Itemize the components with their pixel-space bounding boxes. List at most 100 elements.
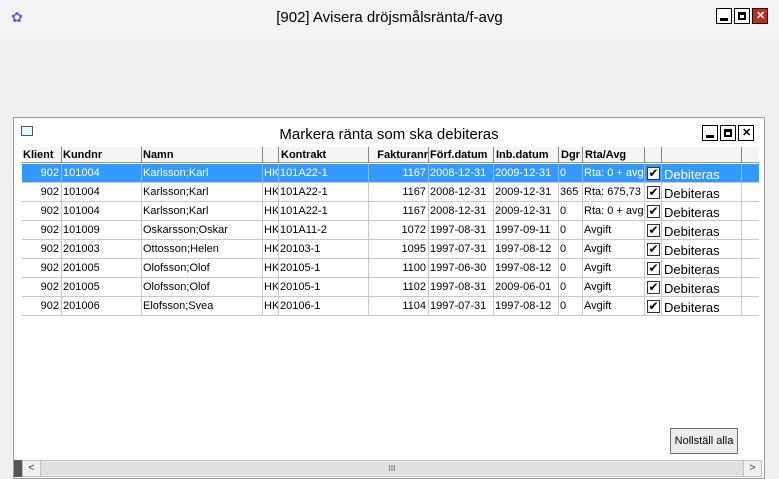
cell-klient[interactable]: 902 <box>22 221 62 240</box>
cell-rta-avg[interactable]: Avgift <box>583 221 645 240</box>
child-maximize-button[interactable] <box>720 125 736 141</box>
table-row[interactable]: 902 201005 Olofsson;Olof HK 20105-1 1100 1997-… <box>22 259 759 278</box>
child-minimize-button[interactable] <box>702 125 718 141</box>
cell-rta-avg[interactable]: Avgift <box>583 278 645 297</box>
cell-dgr[interactable]: 0 <box>559 202 583 221</box>
cell-namn[interactable]: Olofsson;Olof <box>142 259 263 278</box>
cell-dgr[interactable]: 0 <box>559 259 583 278</box>
cell-fakturanr[interactable]: 1167 <box>369 202 429 221</box>
cell-namn[interactable]: Elofsson;Svea <box>142 297 263 316</box>
cell-debiteras[interactable]: Debiteras <box>662 240 742 259</box>
debiteras-checkbox[interactable]: ✔ <box>647 186 660 199</box>
cell-debiteras[interactable]: Debiteras <box>662 183 742 202</box>
cell-namn[interactable]: Karlsson;Karl <box>142 183 263 202</box>
debiteras-checkbox[interactable]: ✔ <box>647 224 660 237</box>
cell-fakturanr[interactable]: 1167 <box>369 164 429 183</box>
cell-kundnr[interactable]: 101004 <box>62 183 142 202</box>
cell-inb-datum[interactable]: 2009-12-31 <box>494 164 559 183</box>
cell-namn[interactable]: Olofsson;Olof <box>142 278 263 297</box>
cell-rta-avg[interactable]: Avgift <box>583 297 645 316</box>
cell-kundnr[interactable]: 101004 <box>62 164 142 183</box>
cell-dgr[interactable]: 365 <box>559 183 583 202</box>
table-row[interactable]: 902 101004 Karlsson;Karl HK 101A22-1 1167 2008… <box>22 164 759 183</box>
cell-debiteras[interactable]: Debiteras <box>662 202 742 221</box>
cell-kontrakt[interactable]: 101A22-1 <box>279 202 369 221</box>
debiteras-checkbox[interactable]: ✔ <box>647 167 660 180</box>
cell-kundnr[interactable]: 201005 <box>62 259 142 278</box>
cell-rta-avg[interactable]: Rta: 0 + avgift <box>583 202 645 221</box>
cell-typ[interactable]: HK <box>263 202 279 221</box>
child-close-button[interactable]: ✕ <box>738 125 754 141</box>
debiteras-checkbox[interactable]: ✔ <box>647 262 660 275</box>
cell-kontrakt[interactable]: 101A22-1 <box>279 164 369 183</box>
column-header-rta-avg[interactable]: Rta/Avg <box>583 147 645 163</box>
debiteras-checkbox[interactable]: ✔ <box>647 300 660 313</box>
cell-rta-avg[interactable]: Rta: 0 + avgift <box>583 164 645 183</box>
minimize-button[interactable] <box>716 8 732 24</box>
column-header-inb-datum[interactable]: Inb.datum <box>494 147 559 163</box>
cell-typ[interactable]: HK <box>263 164 279 183</box>
cell-kontrakt[interactable]: 20105-1 <box>279 259 369 278</box>
column-header-kundnr[interactable]: Kundnr <box>62 147 142 163</box>
cell-forf-datum[interactable]: 1997-07-31 <box>429 240 494 259</box>
column-header-dgr[interactable]: Dgr <box>559 147 583 163</box>
cell-debiteras[interactable]: Debiteras <box>662 278 742 297</box>
cell-typ[interactable]: HK <box>263 183 279 202</box>
cell-debiteras[interactable]: Debiteras <box>662 297 742 316</box>
cell-klient[interactable]: 902 <box>22 259 62 278</box>
cell-typ[interactable]: HK <box>263 278 279 297</box>
cell-namn[interactable]: Karlsson;Karl <box>142 202 263 221</box>
cell-rta-avg[interactable]: Avgift <box>583 259 645 278</box>
table-row[interactable]: 902 201006 Elofsson;Svea HK 20106-1 1104 1997-… <box>22 297 759 316</box>
close-button[interactable]: ✕ <box>752 8 768 24</box>
cell-kontrakt[interactable]: 20105-1 <box>279 278 369 297</box>
cell-dgr[interactable]: 0 <box>559 297 583 316</box>
table-row[interactable]: 902 101009 Oskarsson;Oskar HK 101A11-2 1072 19… <box>22 221 759 240</box>
cell-kundnr[interactable]: 101004 <box>62 202 142 221</box>
cell-klient[interactable]: 902 <box>22 297 62 316</box>
cell-fakturanr[interactable]: 1167 <box>369 183 429 202</box>
cell-debiteras[interactable]: Debiteras <box>662 259 742 278</box>
cell-inb-datum[interactable]: 1997-08-12 <box>494 297 559 316</box>
cell-dgr[interactable]: 0 <box>559 164 583 183</box>
cell-fakturanr[interactable]: 1095 <box>369 240 429 259</box>
cell-typ[interactable]: HK <box>263 259 279 278</box>
table-row[interactable]: 902 101004 Karlsson;Karl HK 101A22-1 1167 2008… <box>22 202 759 221</box>
column-header-debiteras[interactable] <box>662 147 742 163</box>
cell-kontrakt[interactable]: 20103-1 <box>279 240 369 259</box>
horizontal-scrollbar[interactable]: < III > <box>22 460 762 477</box>
cell-klient[interactable]: 902 <box>22 240 62 259</box>
cell-rta-avg[interactable]: Rta: 675,73 <box>583 183 645 202</box>
cell-namn[interactable]: Ottosson;Helen <box>142 240 263 259</box>
cell-fakturanr[interactable]: 1100 <box>369 259 429 278</box>
cell-forf-datum[interactable]: 2008-12-31 <box>429 183 494 202</box>
cell-forf-datum[interactable]: 1997-06-30 <box>429 259 494 278</box>
cell-namn[interactable]: Karlsson;Karl <box>142 164 263 183</box>
cell-rta-avg[interactable]: Avgift <box>583 240 645 259</box>
cell-fakturanr[interactable]: 1072 <box>369 221 429 240</box>
column-header-klient[interactable]: Klient <box>22 147 62 163</box>
scroll-right-arrow-icon[interactable]: > <box>743 461 761 476</box>
column-header-check[interactable] <box>645 147 662 163</box>
reset-all-button[interactable]: Nollställ alla <box>670 428 738 454</box>
column-header-kontrakt[interactable]: Kontrakt <box>279 147 369 163</box>
cell-kundnr[interactable]: 201005 <box>62 278 142 297</box>
cell-typ[interactable]: HK <box>263 240 279 259</box>
cell-fakturanr[interactable]: 1102 <box>369 278 429 297</box>
cell-klient[interactable]: 902 <box>22 164 62 183</box>
cell-inb-datum[interactable]: 2009-06-01 <box>494 278 559 297</box>
cell-typ[interactable]: HK <box>263 297 279 316</box>
cell-inb-datum[interactable]: 2009-12-31 <box>494 183 559 202</box>
cell-kundnr[interactable]: 201003 <box>62 240 142 259</box>
column-header-forf-datum[interactable]: Förf.datum <box>429 147 494 163</box>
cell-dgr[interactable]: 0 <box>559 240 583 259</box>
cell-dgr[interactable]: 0 <box>559 221 583 240</box>
column-header-typ[interactable] <box>263 147 279 163</box>
table-row[interactable]: 902 201005 Olofsson;Olof HK 20105-1 1102 1997-… <box>22 278 759 297</box>
cell-debiteras[interactable]: Debiteras <box>662 164 742 183</box>
cell-inb-datum[interactable]: 1997-09-11 <box>494 221 559 240</box>
cell-typ[interactable]: HK <box>263 221 279 240</box>
cell-forf-datum[interactable]: 1997-08-31 <box>429 221 494 240</box>
cell-kontrakt[interactable]: 101A22-1 <box>279 183 369 202</box>
cell-kundnr[interactable]: 201006 <box>62 297 142 316</box>
